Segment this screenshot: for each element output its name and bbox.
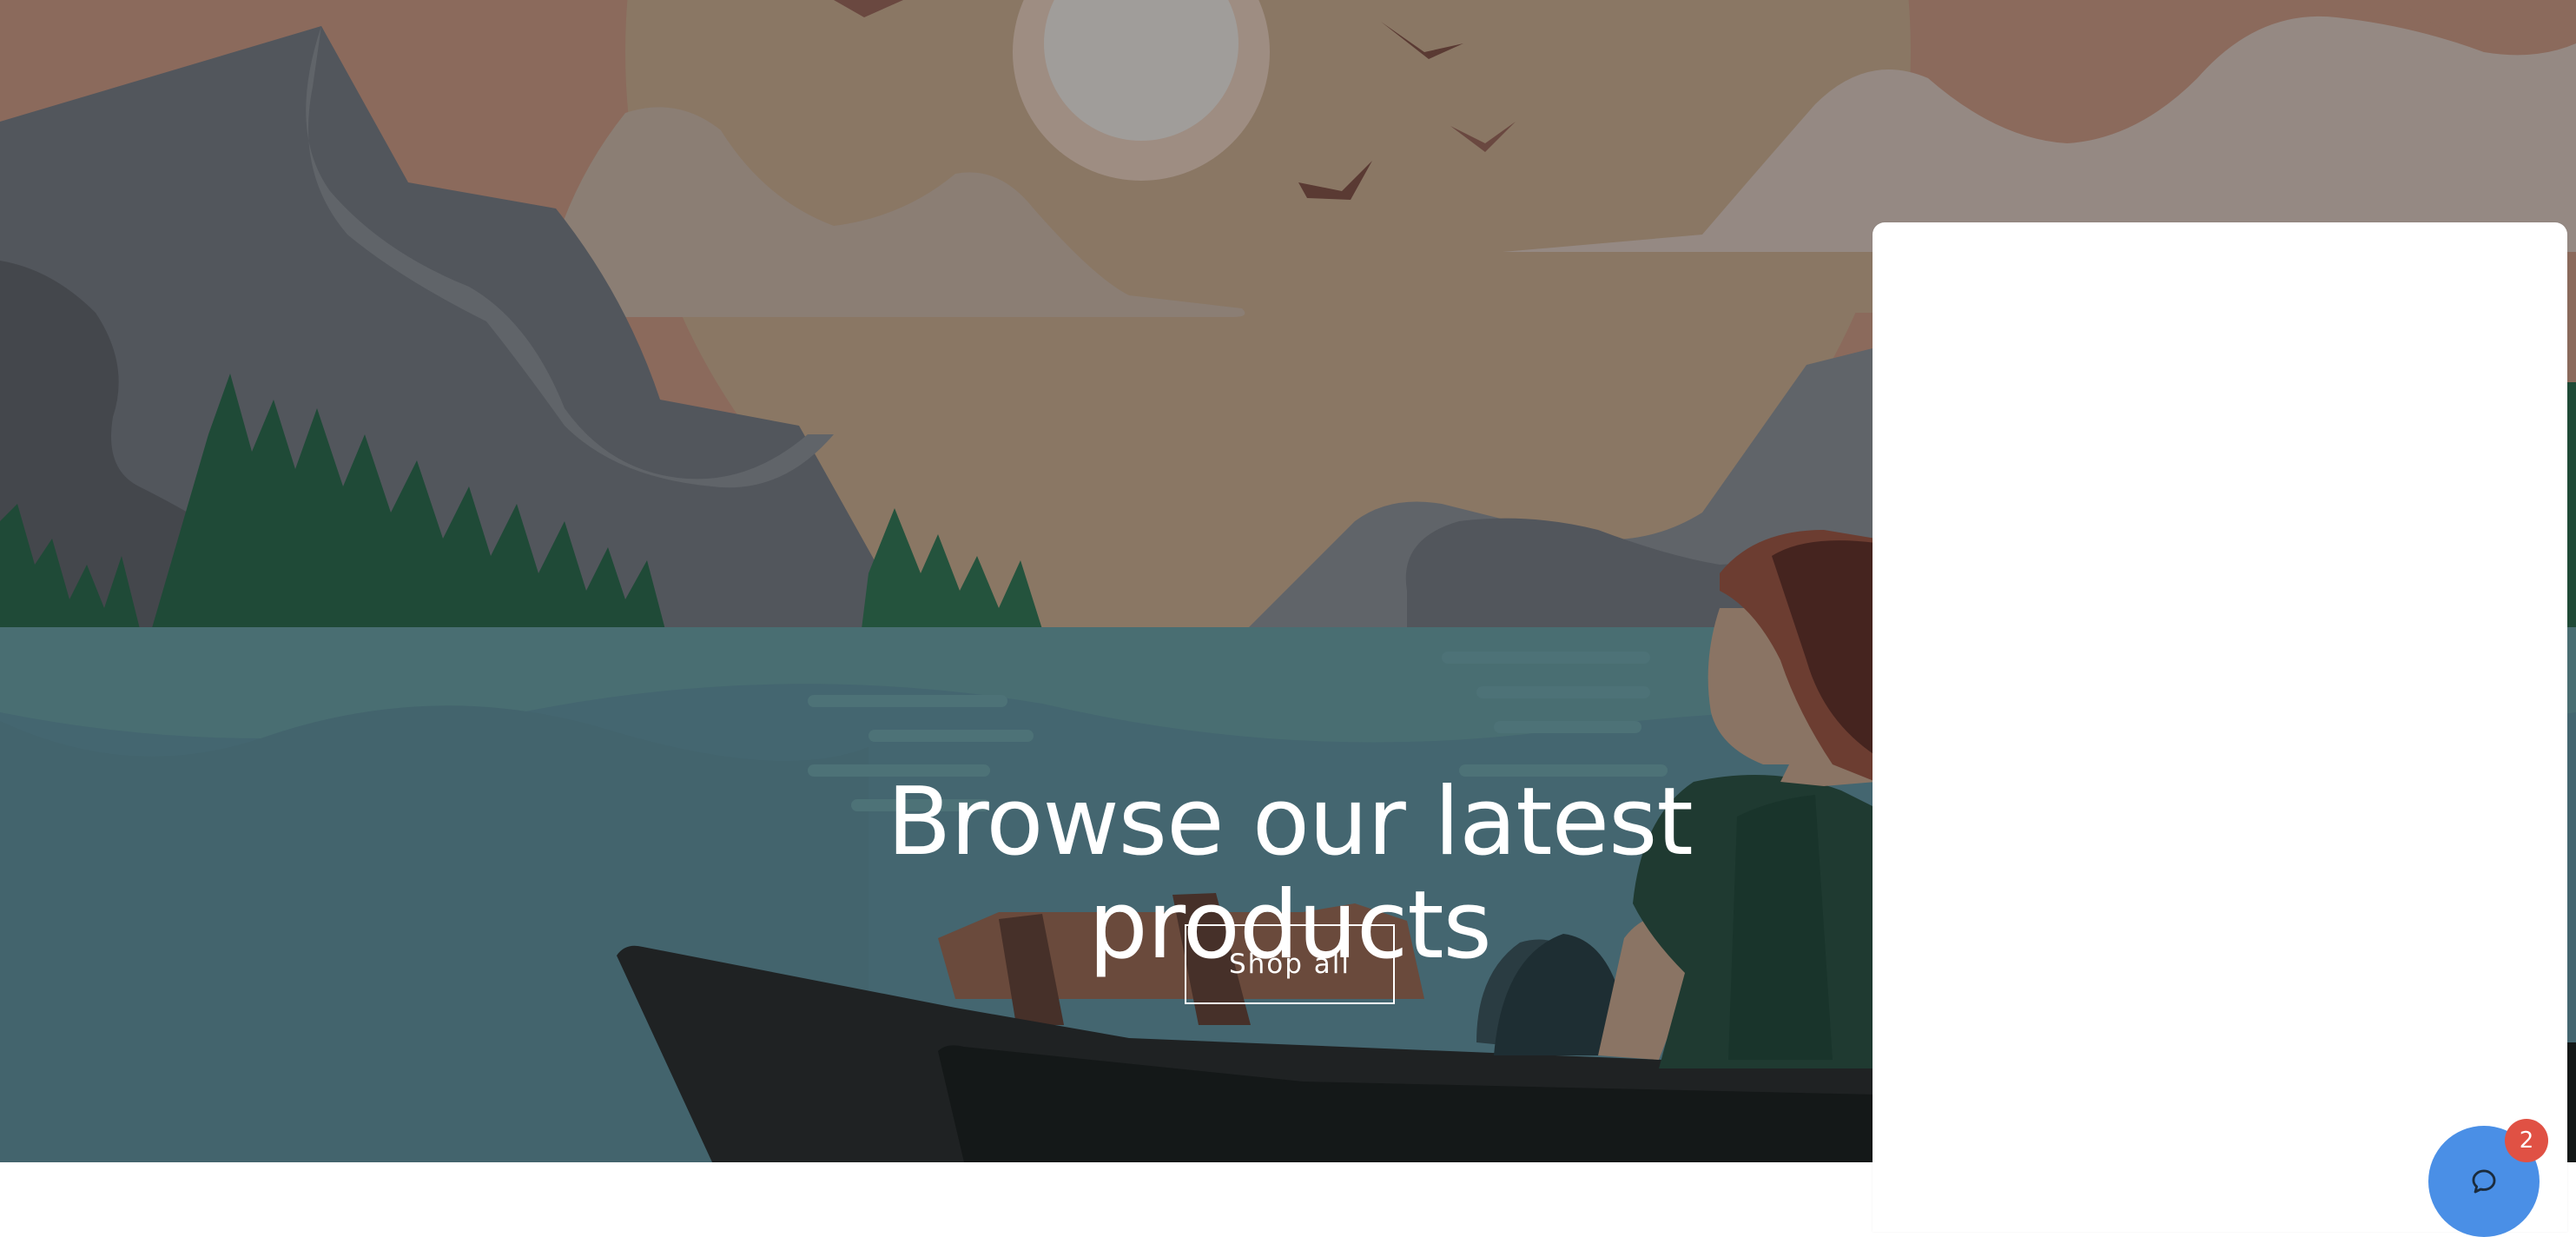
chat-bubble-icon — [2472, 1169, 2496, 1194]
shop-all-button[interactable]: Shop all — [1185, 924, 1395, 1004]
overlay-panel — [1873, 222, 2567, 1232]
chat-unread-badge: 2 — [2505, 1119, 2548, 1162]
